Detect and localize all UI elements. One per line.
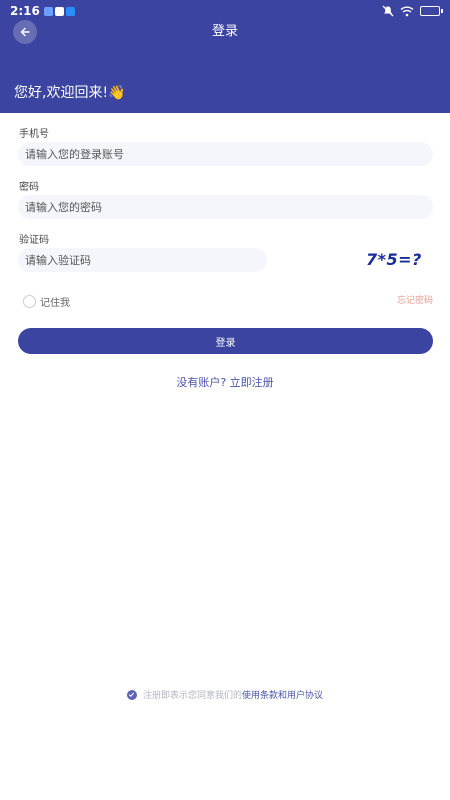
status-icons bbox=[382, 5, 443, 17]
agreement-checkbox[interactable] bbox=[126, 689, 137, 700]
app-notification-icon bbox=[54, 6, 64, 16]
forgot-password-link[interactable]: 忘记密码 bbox=[397, 293, 433, 306]
terms-link[interactable]: 使用条款和用户协议 bbox=[242, 688, 323, 701]
check-icon bbox=[129, 692, 135, 697]
wifi-icon bbox=[400, 6, 414, 16]
bluetooth-notification-icon bbox=[65, 6, 75, 16]
register-prompt: 没有账户? bbox=[176, 376, 227, 389]
phone-input[interactable] bbox=[18, 142, 433, 166]
notification-icon bbox=[43, 6, 53, 16]
phone-label: 手机号 bbox=[19, 129, 49, 140]
password-input[interactable] bbox=[18, 195, 433, 219]
battery-icon bbox=[420, 6, 443, 16]
password-label: 密码 bbox=[19, 182, 39, 193]
captcha-label: 验证码 bbox=[19, 235, 49, 246]
header: 2:16 登录 您好,欢迎回来!👋 bbox=[0, 0, 450, 113]
remember-me-toggle[interactable]: 记住我 bbox=[23, 294, 70, 309]
remember-radio[interactable] bbox=[23, 295, 36, 308]
agreement-text: 注册即表示您同意我们的 bbox=[142, 691, 242, 701]
mute-icon bbox=[382, 5, 394, 17]
agreement-row: 注册即表示您同意我们的 使用条款和用户协议 bbox=[0, 688, 450, 701]
status-bar: 2:16 bbox=[0, 0, 450, 22]
status-time: 2:16 bbox=[10, 4, 40, 18]
remember-label: 记住我 bbox=[40, 298, 70, 309]
login-button[interactable]: 登录 bbox=[18, 328, 433, 354]
captcha-image[interactable]: 7*5=? bbox=[366, 250, 422, 269]
captcha-input[interactable] bbox=[18, 248, 267, 272]
register-row: 没有账户? 立即注册 bbox=[0, 374, 450, 390]
page-title: 登录 bbox=[211, 24, 238, 39]
register-link[interactable]: 立即注册 bbox=[230, 376, 274, 389]
welcome-greeting: 您好,欢迎回来!👋 bbox=[14, 85, 126, 101]
